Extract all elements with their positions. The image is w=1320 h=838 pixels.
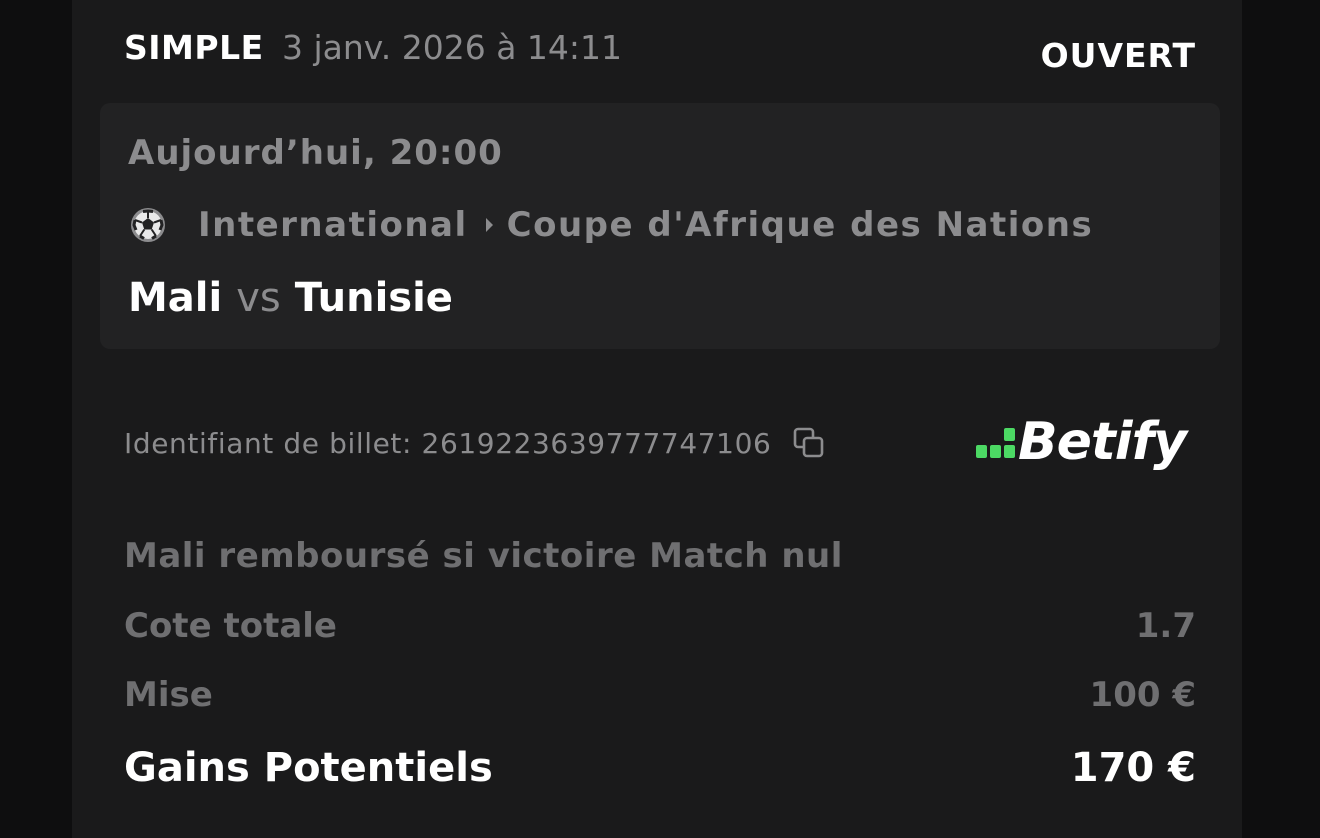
stake-value: 100 € — [1089, 675, 1196, 715]
total-odds-value: 1.7 — [1135, 606, 1196, 646]
event-card[interactable]: Aujourd’hui, 20:00 International Coupe d… — [100, 103, 1220, 349]
bet-type-label: SIMPLE — [124, 28, 264, 67]
soccer-ball-icon — [131, 208, 165, 242]
potential-gains-label: Gains Potentiels — [124, 745, 493, 791]
league-country: International — [198, 205, 468, 245]
betify-logo-mark-icon — [976, 428, 1015, 458]
betify-logo-text: Betify — [1018, 412, 1187, 472]
league-name: Coupe d'Afrique des Nations — [506, 205, 1094, 245]
bet-header: SIMPLE 3 janv. 2026 à 14:11 OUVERT — [124, 28, 1196, 78]
vs-separator: vs — [236, 275, 281, 321]
total-odds-row: Cote totale 1.7 — [124, 606, 1196, 652]
away-team: Tunisie — [294, 275, 453, 321]
event-time: Aujourd’hui, 20:00 — [128, 133, 503, 173]
stake-label: Mise — [124, 675, 213, 715]
stake-row: Mise 100 € — [124, 675, 1196, 721]
bet-date: 3 janv. 2026 à 14:11 — [282, 28, 623, 67]
chevron-right-icon — [485, 218, 493, 232]
ticket-id-row: Identifiant de billet: 26192236397777471… — [124, 423, 827, 463]
bet-selection: Mali remboursé si victoire Match nul — [124, 536, 843, 576]
screen: SIMPLE 3 janv. 2026 à 14:11 OUVERT Aujou… — [0, 0, 1320, 838]
ticket-id: Identifiant de billet: 26192236397777471… — [124, 426, 772, 460]
betify-logo: Betify — [974, 412, 1187, 472]
bet-card: SIMPLE 3 janv. 2026 à 14:11 OUVERT Aujou… — [72, 0, 1242, 838]
potential-gains-row: Gains Potentiels 170 € — [124, 745, 1196, 797]
total-odds-label: Cote totale — [124, 606, 337, 646]
bet-status-badge: OUVERT — [1040, 36, 1196, 75]
home-team: Mali — [128, 275, 223, 321]
match-teams: Mali vs Tunisie — [128, 275, 453, 321]
copy-icon[interactable] — [791, 425, 827, 461]
potential-gains-value: 170 € — [1070, 745, 1196, 791]
league-breadcrumb: International Coupe d'Afrique des Nation… — [128, 203, 1093, 247]
